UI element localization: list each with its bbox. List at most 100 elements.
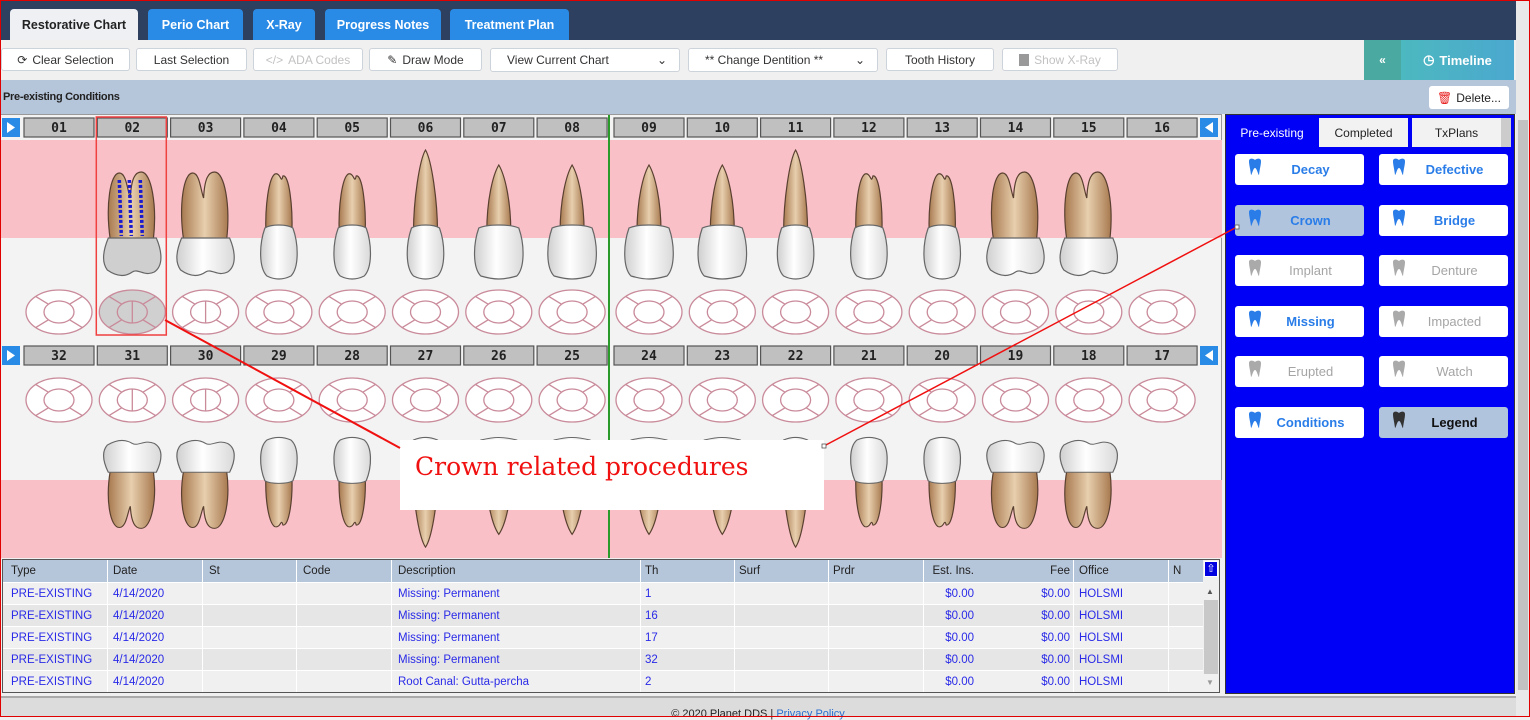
page-scroll-thumb[interactable] bbox=[1518, 120, 1528, 690]
page-scrollbar[interactable] bbox=[1516, 0, 1530, 717]
occlusal-surface-chart[interactable] bbox=[1128, 377, 1196, 423]
tooth-number-26[interactable]: 26 bbox=[463, 345, 535, 366]
tooth-history-button[interactable]: Tooth History bbox=[886, 48, 994, 71]
occlusal-surface-chart[interactable] bbox=[1055, 377, 1123, 423]
panel-button-legend[interactable]: Legend bbox=[1379, 406, 1508, 438]
occlusal-surface-chart[interactable] bbox=[465, 289, 533, 335]
tooth-number-11[interactable]: 11 bbox=[759, 117, 832, 138]
tooth-16[interactable] bbox=[1128, 289, 1196, 335]
tooth-number-29[interactable]: 29 bbox=[243, 345, 315, 366]
tooth-number-03[interactable]: 03 bbox=[170, 117, 242, 138]
column-header[interactable]: Fee bbox=[1050, 565, 1070, 577]
tooth-17[interactable] bbox=[1128, 377, 1196, 423]
panel-button-watch[interactable]: Watch bbox=[1379, 356, 1508, 387]
tooth-number-07[interactable]: 07 bbox=[463, 117, 535, 138]
arrow-right-button[interactable] bbox=[2, 346, 20, 365]
tooth-number-18[interactable]: 18 bbox=[1053, 345, 1125, 366]
column-header[interactable]: Office bbox=[1079, 565, 1109, 577]
collapse-double-chevron-icon[interactable]: « bbox=[1364, 40, 1401, 80]
occlusal-surface-chart[interactable] bbox=[171, 377, 240, 423]
occlusal-surface-chart[interactable] bbox=[981, 377, 1050, 423]
tooth-number-05[interactable]: 05 bbox=[316, 117, 388, 138]
occlusal-surface-chart[interactable] bbox=[98, 289, 166, 335]
panel-button-bridge[interactable]: Bridge bbox=[1379, 204, 1508, 236]
dentition-select[interactable]: ** Change Dentition ** ⌄ bbox=[688, 48, 878, 72]
table-scrollbar[interactable]: ⇧ ▲ ▼ bbox=[1203, 560, 1219, 692]
occlusal-surface-chart[interactable] bbox=[391, 377, 460, 423]
tooth-number-02[interactable]: 02 bbox=[96, 117, 168, 138]
occlusal-surface-chart[interactable] bbox=[171, 289, 240, 335]
panel-tab-txplans[interactable]: TxPlans bbox=[1412, 118, 1501, 147]
tooth-number-25[interactable]: 25 bbox=[536, 345, 608, 366]
last-selection-button[interactable]: Last Selection bbox=[136, 48, 247, 71]
clear-selection-button[interactable]: ⟳ Clear Selection bbox=[1, 48, 130, 71]
tooth-number-14[interactable]: 14 bbox=[979, 117, 1052, 138]
occlusal-surface-chart[interactable] bbox=[538, 377, 606, 423]
scroll-down-arrow-icon[interactable]: ▼ bbox=[1206, 678, 1214, 687]
tooth-number-24[interactable]: 24 bbox=[613, 345, 685, 366]
tooth-number-30[interactable]: 30 bbox=[170, 345, 242, 366]
tooth-number-21[interactable]: 21 bbox=[833, 345, 905, 366]
tooth-01[interactable] bbox=[25, 289, 93, 335]
tooth-number-19[interactable]: 19 bbox=[979, 345, 1052, 366]
occlusal-surface-chart[interactable] bbox=[318, 289, 386, 335]
occlusal-surface-chart[interactable] bbox=[98, 377, 166, 423]
panel-button-implant[interactable]: Implant bbox=[1235, 255, 1364, 286]
column-header[interactable]: St bbox=[209, 565, 220, 577]
tooth-number-17[interactable]: 17 bbox=[1126, 345, 1198, 366]
occlusal-surface-chart[interactable] bbox=[615, 377, 683, 423]
column-header[interactable]: Description bbox=[398, 565, 456, 577]
occlusal-surface-chart[interactable] bbox=[245, 289, 313, 335]
panel-button-erupted[interactable]: Erupted bbox=[1235, 356, 1364, 387]
table-row[interactable]: PRE-EXISTING 4/14/2020 Missing: Permanent 3… bbox=[3, 648, 1203, 670]
tab-x-ray[interactable]: X-Ray bbox=[253, 9, 315, 40]
table-row[interactable]: PRE-EXISTING 4/14/2020 Root Canal: Gutta-p… bbox=[3, 670, 1203, 692]
occlusal-surface-chart[interactable] bbox=[1128, 289, 1196, 335]
tooth-number-01[interactable]: 01 bbox=[23, 117, 95, 138]
occlusal-surface-chart[interactable] bbox=[761, 289, 830, 335]
tooth-number-32[interactable]: 32 bbox=[23, 345, 95, 366]
occlusal-surface-chart[interactable] bbox=[835, 289, 903, 335]
occlusal-surface-chart[interactable] bbox=[981, 289, 1050, 335]
tooth-number-31[interactable]: 31 bbox=[96, 345, 168, 366]
tooth-number-20[interactable]: 20 bbox=[906, 345, 978, 366]
tooth-32[interactable] bbox=[25, 377, 93, 423]
tooth-number-10[interactable]: 10 bbox=[686, 117, 758, 138]
occlusal-surface-chart[interactable] bbox=[245, 377, 313, 423]
show-xray-button[interactable]: Show X-Ray bbox=[1002, 48, 1118, 71]
occlusal-surface-chart[interactable] bbox=[908, 377, 976, 423]
occlusal-surface-chart[interactable] bbox=[835, 377, 903, 423]
panel-tab-scroll[interactable] bbox=[1501, 118, 1511, 147]
column-header[interactable]: Prdr bbox=[833, 565, 855, 577]
column-header[interactable]: Type bbox=[11, 565, 36, 577]
tooth-number-23[interactable]: 23 bbox=[686, 345, 758, 366]
tooth-number-12[interactable]: 12 bbox=[833, 117, 905, 138]
tooth-number-13[interactable]: 13 bbox=[906, 117, 978, 138]
tooth-number-06[interactable]: 06 bbox=[389, 117, 462, 138]
scroll-up-arrow-icon[interactable]: ▲ bbox=[1206, 587, 1214, 596]
table-row[interactable]: PRE-EXISTING 4/14/2020 Missing: Permanent 1… bbox=[3, 626, 1203, 648]
panel-button-missing[interactable]: Missing bbox=[1235, 305, 1364, 337]
panel-button-decay[interactable]: Decay bbox=[1235, 154, 1364, 185]
tab-progress-notes[interactable]: Progress Notes bbox=[325, 9, 441, 40]
occlusal-surface-chart[interactable] bbox=[761, 377, 830, 423]
column-header[interactable]: Est. Ins. bbox=[932, 565, 974, 577]
tooth-number-27[interactable]: 27 bbox=[389, 345, 462, 366]
column-header[interactable]: N bbox=[1173, 565, 1181, 577]
table-row[interactable]: PRE-EXISTING 4/14/2020 Missing: Permanent 1… bbox=[3, 582, 1203, 604]
occlusal-surface-chart[interactable] bbox=[318, 377, 386, 423]
occlusal-surface-chart[interactable] bbox=[391, 289, 460, 335]
column-header[interactable]: Surf bbox=[739, 565, 760, 577]
occlusal-surface-chart[interactable] bbox=[465, 377, 533, 423]
column-header[interactable]: Code bbox=[303, 565, 331, 577]
panel-tab-completed[interactable]: Completed bbox=[1319, 118, 1408, 147]
view-chart-select[interactable]: View Current Chart ⌄ bbox=[490, 48, 680, 72]
occlusal-surface-chart[interactable] bbox=[908, 289, 976, 335]
tooth-number-16[interactable]: 16 bbox=[1126, 117, 1198, 138]
arrow-left-button[interactable] bbox=[1200, 118, 1218, 137]
tooth-number-15[interactable]: 15 bbox=[1053, 117, 1125, 138]
table-row[interactable]: PRE-EXISTING 4/14/2020 Missing: Permanent 1… bbox=[3, 604, 1203, 626]
tab-restorative-chart[interactable]: Restorative Chart bbox=[10, 9, 138, 40]
column-header[interactable]: Th bbox=[645, 565, 658, 577]
occlusal-surface-chart[interactable] bbox=[1055, 289, 1123, 335]
